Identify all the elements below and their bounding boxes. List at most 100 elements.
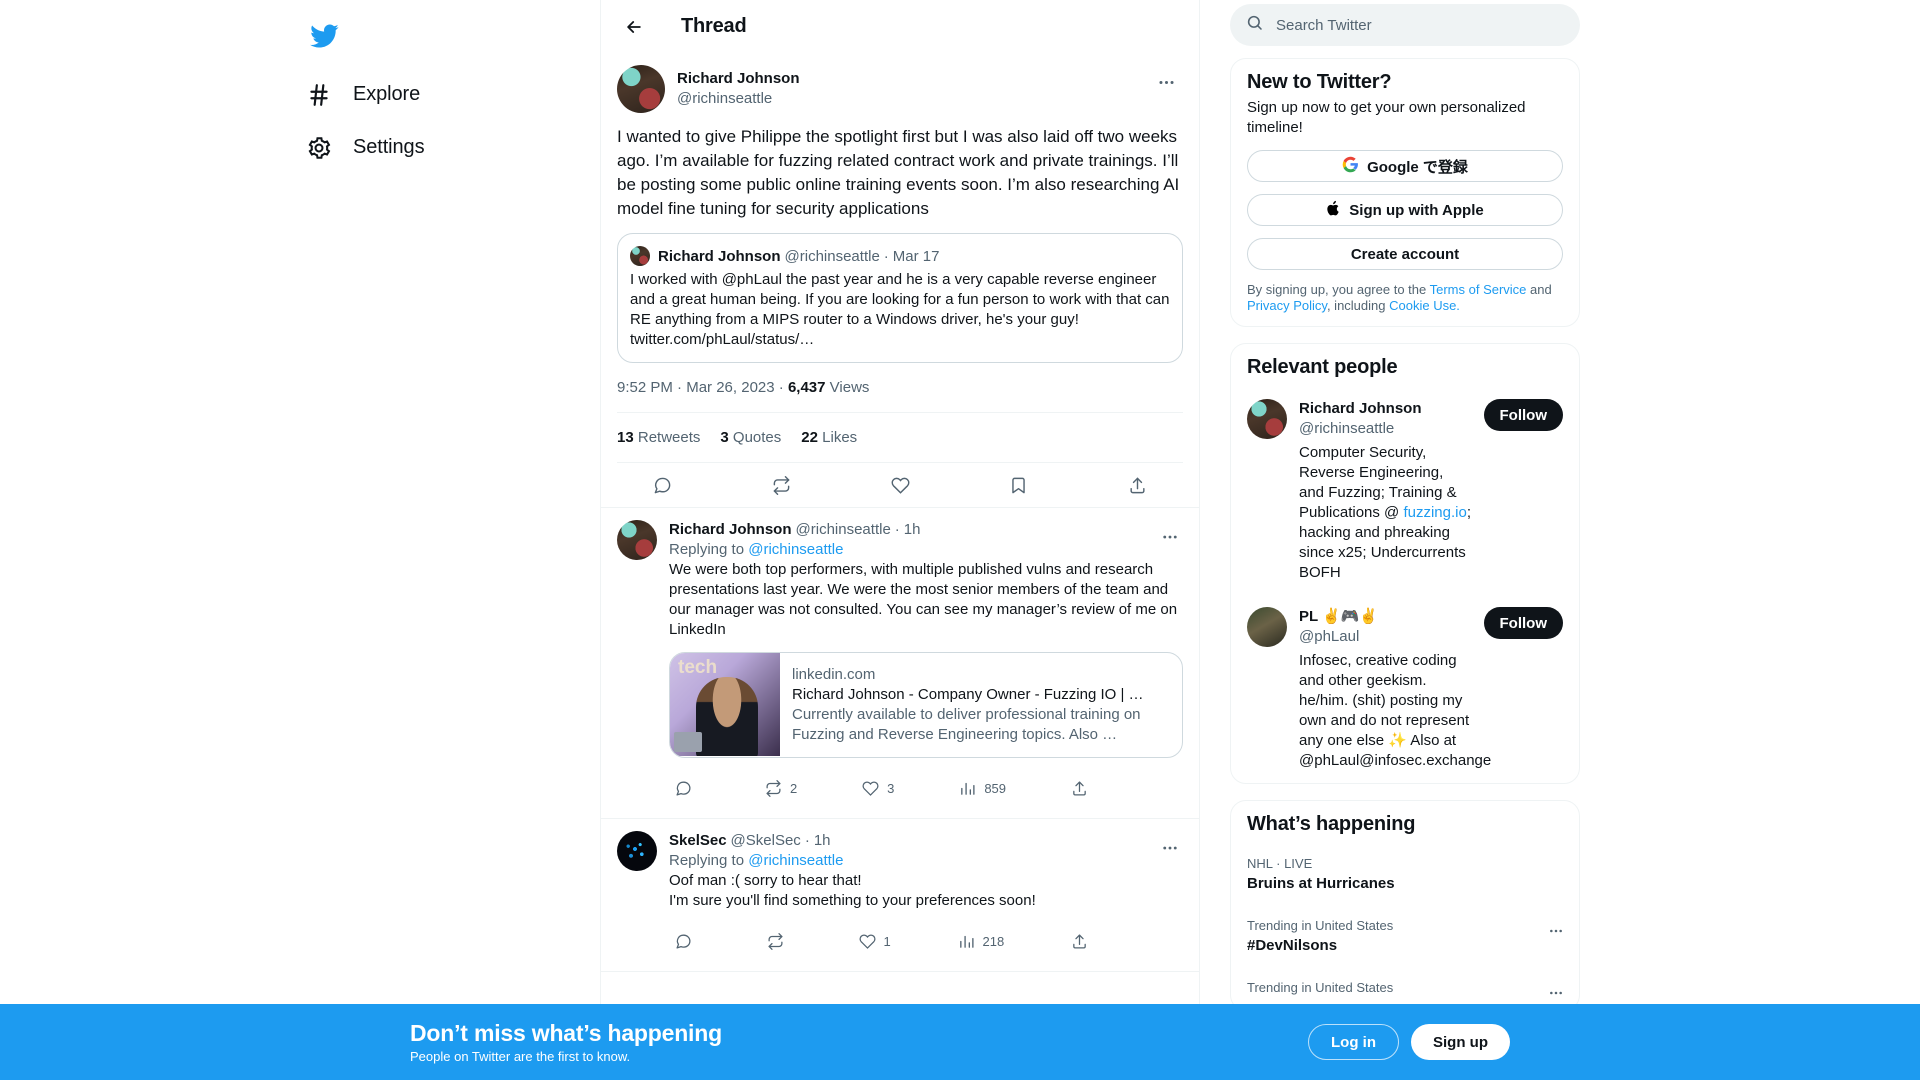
apple-signup-button[interactable]: Sign up with Apple bbox=[1247, 194, 1563, 226]
link-description: Currently available to deliver professio… bbox=[792, 706, 1141, 743]
quoted-author-handle: @richinseattle bbox=[784, 247, 880, 265]
follow-button[interactable]: Follow bbox=[1483, 399, 1563, 431]
replying-to-line: Replying to @richinseattle bbox=[669, 541, 1183, 558]
person-handle[interactable]: @phLaul bbox=[1299, 627, 1472, 647]
replying-to-handle[interactable]: @richinseattle bbox=[748, 541, 843, 558]
divider bbox=[601, 971, 1199, 972]
like-count: 1 bbox=[883, 933, 891, 949]
reply-tweet[interactable]: Richard Johnson @richinseattle · 1h Repl… bbox=[601, 508, 1199, 818]
avatar[interactable] bbox=[617, 831, 657, 871]
tweet-author-name[interactable]: Richard Johnson bbox=[677, 69, 800, 89]
signup-banner: Don’t miss what’s happening People on Tw… bbox=[0, 1004, 1920, 1080]
legal-including: , including bbox=[1326, 298, 1390, 313]
link-title: Richard Johnson - Company Owner - Fuzzin… bbox=[792, 686, 1144, 703]
more-options-icon[interactable] bbox=[1541, 916, 1571, 946]
trend-item[interactable]: NHL · LIVE Bruins at Hurricanes bbox=[1231, 844, 1579, 906]
views-button[interactable]: 218 bbox=[952, 923, 1011, 959]
thumbnail-text: tech bbox=[678, 657, 718, 678]
tweet-text: I wanted to give Philippe the spotlight … bbox=[617, 127, 1180, 218]
more-options-icon[interactable] bbox=[1153, 520, 1187, 554]
right-sidebar: New to Twitter? Sign up now to get your … bbox=[1200, 0, 1920, 1080]
quoted-date: Mar 17 bbox=[892, 247, 940, 265]
replying-to-handle[interactable]: @richinseattle bbox=[748, 852, 843, 869]
follow-button[interactable]: Follow bbox=[1483, 607, 1563, 639]
share-button[interactable] bbox=[1065, 923, 1094, 959]
retweet-button[interactable]: 2 bbox=[759, 770, 803, 806]
bookmark-button[interactable] bbox=[1003, 467, 1034, 503]
search-bar[interactable] bbox=[1230, 4, 1580, 46]
person-name[interactable]: Richard Johnson bbox=[1299, 399, 1472, 419]
likes-label: Likes bbox=[822, 429, 858, 446]
like-button[interactable] bbox=[885, 467, 916, 503]
retweets-count: 13 bbox=[617, 429, 634, 446]
share-button[interactable] bbox=[1065, 770, 1094, 806]
person-bio: Computer Security, Reverse Engineering, … bbox=[1299, 443, 1472, 583]
retweet-button[interactable] bbox=[761, 923, 798, 959]
reply-text: We were both top performers, with multip… bbox=[669, 561, 1178, 638]
sidebar-item-settings[interactable]: Settings bbox=[290, 121, 438, 174]
list-item[interactable]: Richard Johnson @richinseattle Computer … bbox=[1231, 387, 1579, 595]
reply-action-bar: 1 218 bbox=[669, 923, 1094, 959]
link-domain: linkedin.com bbox=[792, 666, 876, 683]
login-button[interactable]: Log in bbox=[1308, 1024, 1399, 1060]
retweets-stat[interactable]: 13 Retweets bbox=[617, 429, 700, 446]
link-preview-card[interactable]: tech linkedin.com Richard Johnson - Comp… bbox=[669, 652, 1183, 758]
banner-headline: Don’t miss what’s happening bbox=[410, 1020, 722, 1046]
reply-author-name[interactable]: SkelSec bbox=[669, 831, 727, 851]
quotes-stat[interactable]: 3 Quotes bbox=[720, 429, 781, 446]
search-input[interactable] bbox=[1276, 16, 1564, 34]
like-button[interactable]: 1 bbox=[853, 923, 897, 959]
views-count: 859 bbox=[984, 780, 1007, 796]
like-button[interactable]: 3 bbox=[856, 770, 900, 806]
reply-button[interactable] bbox=[669, 923, 706, 959]
avatar[interactable] bbox=[1247, 607, 1287, 647]
cookie-use-link[interactable]: Cookie Use. bbox=[1389, 298, 1460, 313]
trend-item[interactable]: Trending in United States #DevNilsons bbox=[1231, 906, 1579, 968]
reply-button[interactable] bbox=[647, 467, 678, 503]
tweet-author-handle[interactable]: @richinseattle bbox=[677, 89, 800, 109]
views-button[interactable]: 859 bbox=[953, 770, 1012, 806]
share-button[interactable] bbox=[1122, 467, 1153, 503]
retweet-button[interactable] bbox=[766, 467, 797, 503]
banner-subtext: People on Twitter are the first to know. bbox=[410, 1049, 631, 1064]
likes-count: 22 bbox=[801, 429, 818, 446]
reply-tweet[interactable]: SkelSec @SkelSec · 1h Replying to @richi… bbox=[601, 819, 1199, 971]
reply-button[interactable] bbox=[669, 770, 706, 806]
avatar[interactable] bbox=[1247, 399, 1287, 439]
views-label: Views bbox=[829, 379, 870, 396]
person-name[interactable]: PL ✌️🎮✌️ bbox=[1299, 607, 1472, 627]
person-handle[interactable]: @richinseattle bbox=[1299, 419, 1472, 439]
relevant-people-title: Relevant people bbox=[1247, 356, 1398, 378]
whats-happening-title: What’s happening bbox=[1247, 813, 1416, 835]
hashtag-icon bbox=[304, 80, 333, 109]
thumbnail-laptop bbox=[674, 732, 702, 752]
quoted-tweet-text: I worked with @phLaul the past year and … bbox=[630, 271, 1170, 348]
thread-header: Thread bbox=[601, 0, 1199, 53]
thumbnail-person bbox=[696, 677, 758, 756]
google-icon bbox=[1342, 156, 1359, 177]
legal-prefix: By signing up, you agree to the bbox=[1247, 282, 1430, 297]
back-arrow-icon[interactable] bbox=[617, 10, 651, 44]
twitter-bird-icon[interactable] bbox=[298, 10, 350, 62]
sidebar-item-label: Explore bbox=[353, 83, 421, 105]
signup-card-title: New to Twitter? bbox=[1247, 71, 1392, 93]
sidebar-item-explore[interactable]: Explore bbox=[290, 68, 434, 121]
google-signup-button[interactable]: Google で登録 bbox=[1247, 150, 1563, 182]
list-item[interactable]: PL ✌️🎮✌️ @phLaul Infosec, creative codin… bbox=[1231, 595, 1579, 783]
privacy-policy-link[interactable]: Privacy Policy bbox=[1247, 298, 1327, 313]
more-options-icon[interactable] bbox=[1153, 831, 1187, 865]
signup-button[interactable]: Sign up bbox=[1411, 1024, 1510, 1060]
tweet-action-bar bbox=[617, 463, 1183, 507]
quoted-tweet-card[interactable]: Richard Johnson @richinseattle · Mar 17 … bbox=[617, 233, 1183, 363]
more-options-icon[interactable] bbox=[1149, 65, 1183, 99]
create-account-button[interactable]: Create account bbox=[1247, 238, 1563, 270]
terms-of-service-link[interactable]: Terms of Service bbox=[1430, 282, 1527, 297]
reply-author-handle[interactable]: @richinseattle bbox=[796, 520, 891, 540]
reply-author-name[interactable]: Richard Johnson bbox=[669, 520, 792, 540]
thread-column: Thread Richard Johnson @richinseattle I … bbox=[600, 0, 1200, 1080]
avatar[interactable] bbox=[617, 65, 665, 113]
reply-author-handle[interactable]: @SkelSec bbox=[731, 831, 801, 851]
avatar[interactable] bbox=[617, 520, 657, 560]
likes-stat[interactable]: 22 Likes bbox=[801, 429, 857, 446]
person-bio-link[interactable]: fuzzing.io bbox=[1403, 504, 1466, 521]
